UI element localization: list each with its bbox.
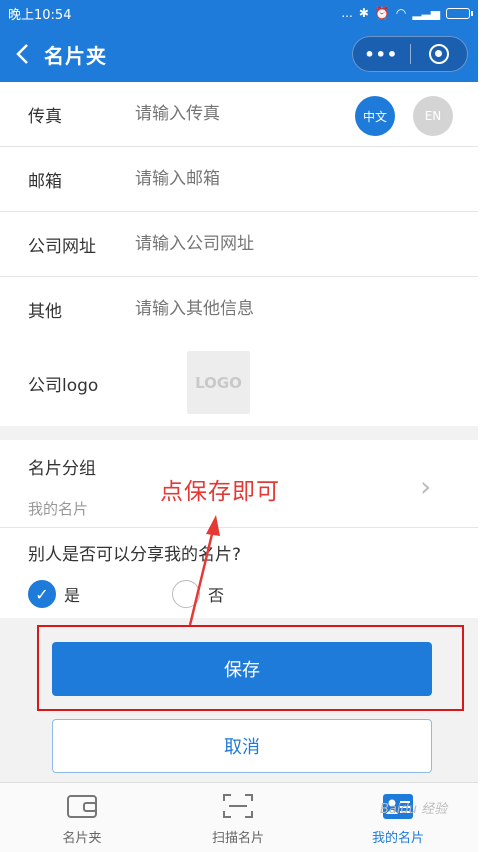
tab-my-card[interactable]: 我的名片 (338, 783, 458, 852)
signal-dots: ... (341, 6, 353, 20)
card-group-label: 名片分组 (28, 459, 96, 479)
baidu-watermark: Baidu 经验 (380, 802, 448, 817)
contact-form: 传真 邮箱 公司网址 其他 (0, 82, 478, 342)
bluetooth-icon: ✱ (358, 6, 369, 20)
check-icon: ✓ (28, 580, 56, 608)
status-bar: 晚上10:54 ... ✱ ⏰ ◠ ▂▃▅ (0, 0, 478, 26)
tab-card-holder-label: 名片夹 (62, 831, 102, 846)
nav-bar: 名片夹 ••• (0, 26, 478, 82)
logo-upload[interactable]: LOGO (187, 351, 250, 414)
app-screen: 晚上10:54 ... ✱ ⏰ ◠ ▂▃▅ 名片夹 ••• 传真 请输入传真 邮… (0, 0, 478, 852)
more-button[interactable]: ••• (353, 45, 410, 64)
share-no-label: 否 (208, 586, 225, 605)
card-group-value: 我的名片 (28, 500, 89, 518)
signal-icon: ▂▃▅ (412, 6, 440, 20)
share-yes-label: 是 (64, 586, 81, 605)
wifi-icon: ◠ (395, 6, 407, 20)
form-row-email: 邮箱 (0, 147, 478, 212)
chevron-left-icon (16, 44, 28, 64)
website-label: 公司网址 (28, 236, 96, 257)
tab-my-card-label: 我的名片 (371, 831, 424, 846)
card-group-section: 名片分组 我的名片 › 别人是否可以分享我的名片? ✓ 是 否 (0, 440, 478, 618)
scan-icon (223, 794, 253, 818)
lang-en-button[interactable]: EN (413, 96, 453, 136)
company-logo-row: 公司logo LOGO (0, 338, 478, 426)
right-gutter (478, 0, 500, 852)
company-logo-label: 公司logo (28, 376, 99, 396)
tab-bar: 名片夹 扫描名片 我的名片 (0, 782, 478, 852)
miniprogram-capsule: ••• (352, 36, 468, 72)
annotation-highlight-box (37, 625, 464, 711)
back-button[interactable] (0, 26, 44, 82)
battery-icon (446, 7, 473, 19)
tab-card-holder[interactable]: 名片夹 (22, 783, 142, 852)
other-label: 其他 (28, 301, 62, 322)
share-question: 别人是否可以分享我的名片? (28, 545, 242, 565)
cancel-button[interactable]: 取消 (52, 719, 432, 773)
radio-empty-icon (172, 580, 200, 608)
status-time: 晚上10:54 (8, 7, 72, 23)
status-icons: ... ✱ ⏰ ◠ ▂▃▅ (341, 6, 473, 20)
share-no-radio[interactable]: 否 (172, 580, 224, 608)
email-label: 邮箱 (28, 171, 62, 192)
lang-zh-button[interactable]: 中文 (355, 96, 395, 136)
other-input[interactable] (135, 299, 335, 319)
form-row-fax: 传真 (0, 82, 478, 147)
alarm-icon: ⏰ (374, 6, 390, 20)
share-yes-radio[interactable]: ✓ 是 (28, 580, 80, 608)
form-row-other: 其他 (0, 277, 478, 342)
tab-scan-card[interactable]: 扫描名片 (178, 783, 298, 852)
chevron-right-icon: › (420, 470, 432, 503)
wallet-icon (67, 795, 97, 818)
fax-label: 传真 (28, 106, 62, 127)
email-input[interactable] (135, 169, 335, 189)
annotation-text: 点保存即可 (160, 479, 280, 505)
target-icon (428, 44, 449, 64)
close-miniprogram-button[interactable] (410, 44, 467, 64)
website-input[interactable] (135, 234, 335, 254)
tab-scan-card-label: 扫描名片 (211, 831, 264, 846)
page-title: 名片夹 (44, 43, 107, 68)
fax-input[interactable] (135, 104, 335, 124)
form-row-website: 公司网址 (0, 212, 478, 277)
